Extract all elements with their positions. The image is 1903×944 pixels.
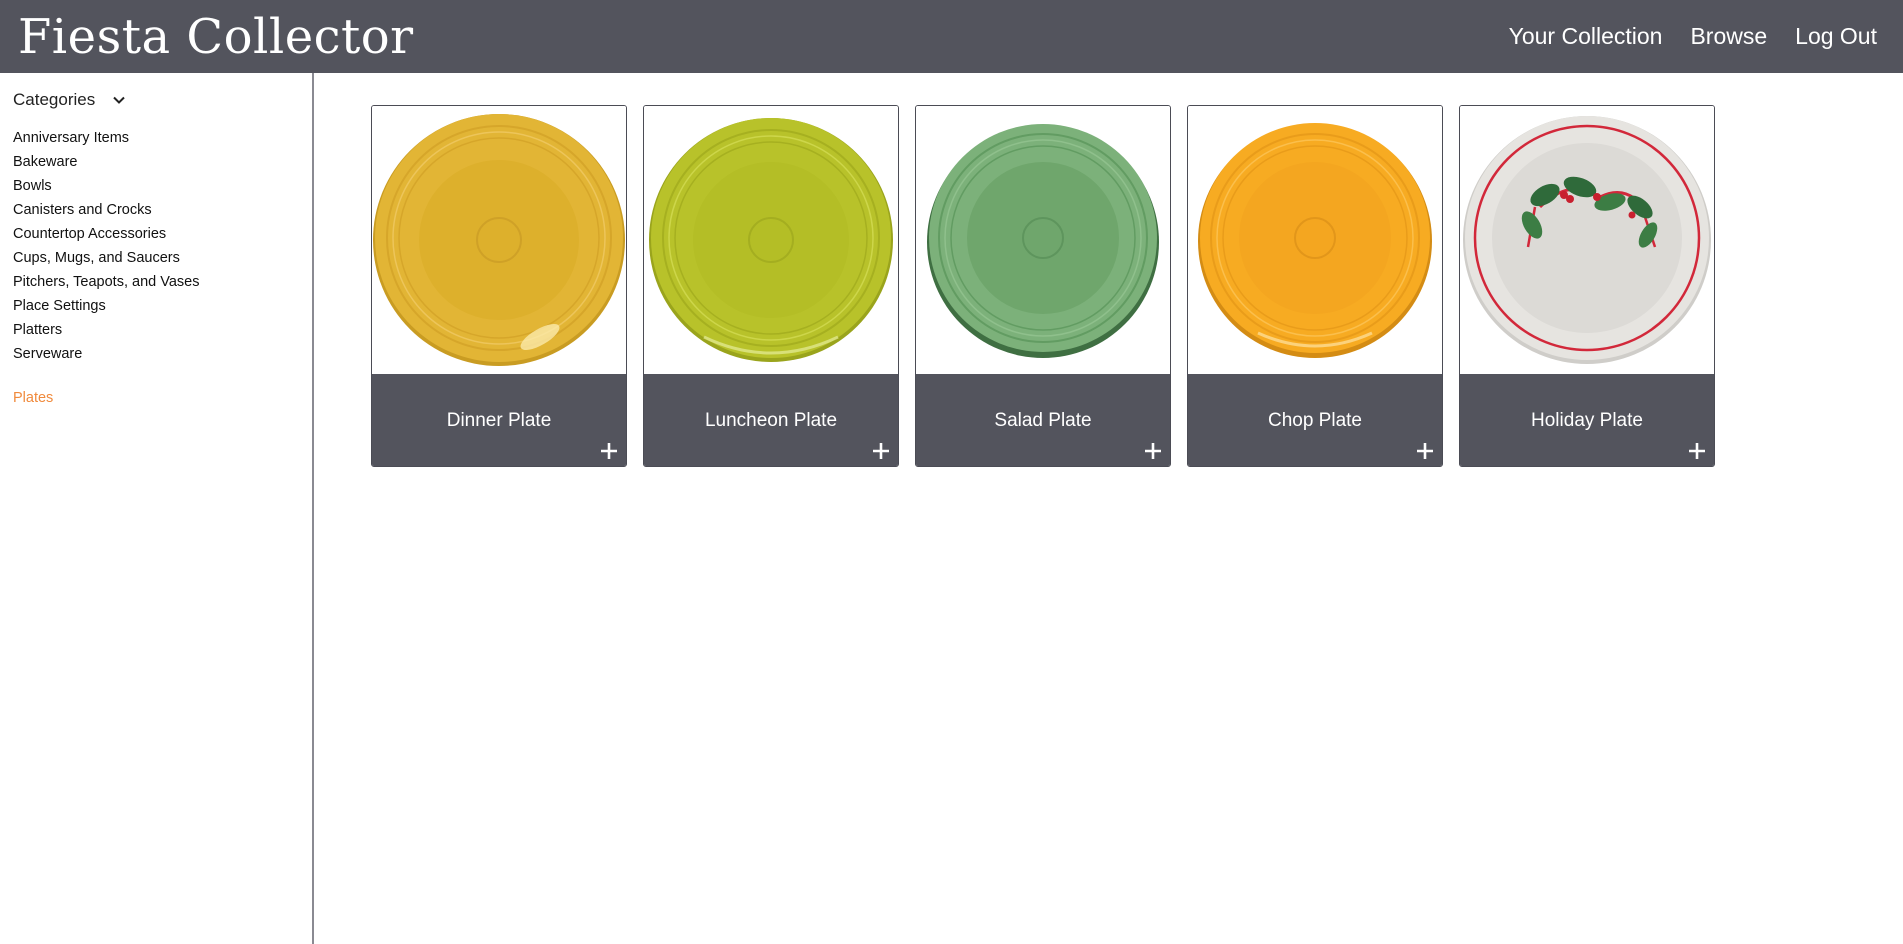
categories-label: Categories (13, 90, 96, 109)
plus-icon[interactable] (1414, 440, 1436, 462)
category-item-canisters-and-crocks[interactable]: Canisters and Crocks (13, 198, 299, 222)
product-name: Salad Plate (994, 410, 1092, 431)
product-grid: Dinner Plate Luncheon Plate Salad Plate … (371, 105, 1715, 467)
product-card[interactable]: Luncheon Plate (643, 105, 899, 467)
category-item-place-settings[interactable]: Place Settings (13, 294, 299, 318)
product-image (916, 106, 1170, 374)
card-footer: Salad Plate (916, 374, 1170, 466)
category-item-bowls[interactable]: Bowls (13, 174, 299, 198)
product-name: Chop Plate (1267, 410, 1362, 431)
plate-image (649, 118, 893, 362)
product-image (372, 106, 626, 374)
active-category-plates[interactable]: Plates (13, 390, 299, 406)
category-list: Anniversary Items Bakeware Bowls Caniste… (13, 126, 299, 366)
category-item-countertop-accessories[interactable]: Countertop Accessories (13, 222, 299, 246)
nav-log-out[interactable]: Log Out (1795, 23, 1877, 50)
card-footer: Holiday Plate (1460, 374, 1714, 466)
category-item-serveware[interactable]: Serveware (13, 342, 299, 366)
sidebar: Categories Anniversary Items Bakeware Bo… (0, 73, 314, 944)
main-nav: Your Collection Browse Log Out (1509, 23, 1877, 50)
plus-icon[interactable] (1142, 440, 1164, 462)
nav-your-collection[interactable]: Your Collection (1509, 23, 1663, 50)
product-name: Luncheon Plate (704, 410, 838, 431)
plate-image (373, 114, 625, 366)
category-item-bakeware[interactable]: Bakeware (13, 150, 299, 174)
chevron-down-icon (113, 96, 125, 104)
plus-icon[interactable] (870, 440, 892, 462)
nav-browse[interactable]: Browse (1690, 23, 1767, 50)
product-area: Dinner Plate Luncheon Plate Salad Plate … (314, 73, 1903, 944)
product-card[interactable]: Chop Plate (1187, 105, 1443, 467)
plus-icon[interactable] (1686, 440, 1708, 462)
card-footer: Chop Plate (1188, 374, 1442, 466)
product-name: Holiday Plate (1531, 410, 1643, 431)
plate-image (1463, 116, 1711, 364)
product-card[interactable]: Holiday Plate (1459, 105, 1715, 467)
category-item-pitchers-teapots-vases[interactable]: Pitchers, Teapots, and Vases (13, 270, 299, 294)
product-image (1460, 106, 1714, 374)
product-name: Dinner Plate (446, 410, 552, 431)
category-item-anniversary-items[interactable]: Anniversary Items (13, 126, 299, 150)
product-image (644, 106, 898, 374)
product-card[interactable]: Salad Plate (915, 105, 1171, 467)
category-item-cups-mugs-saucers[interactable]: Cups, Mugs, and Saucers (13, 246, 299, 270)
product-card[interactable]: Dinner Plate (371, 105, 627, 467)
plate-image (927, 124, 1159, 358)
app-title[interactable]: Fiesta Collector (18, 13, 414, 61)
plus-icon[interactable] (598, 440, 620, 462)
card-footer: Luncheon Plate (644, 374, 898, 466)
category-item-platters[interactable]: Platters (13, 318, 299, 342)
top-bar: Fiesta Collector Your Collection Browse … (0, 0, 1903, 73)
plate-image (1198, 123, 1432, 358)
product-image (1188, 106, 1442, 374)
categories-toggle[interactable]: Categories (13, 87, 299, 113)
card-footer: Dinner Plate (372, 374, 626, 466)
